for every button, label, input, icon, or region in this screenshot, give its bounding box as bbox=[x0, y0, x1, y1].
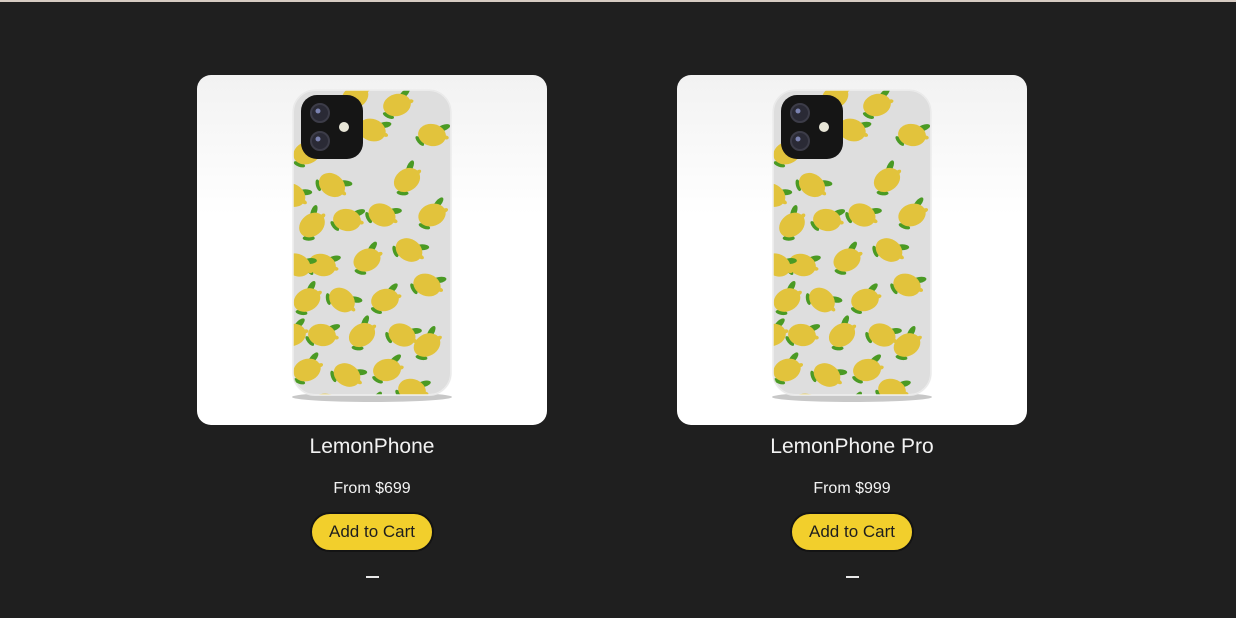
product-card-lemonphone-pro: LemonPhone Pro From $999 Add to Cart bbox=[677, 75, 1027, 578]
flash-icon bbox=[339, 122, 349, 132]
product-image[interactable] bbox=[677, 75, 1027, 425]
camera-lens-icon bbox=[790, 131, 810, 151]
camera-lens-icon bbox=[790, 103, 810, 123]
top-border bbox=[0, 0, 1236, 2]
product-card-lemonphone: LemonPhone From $699 Add to Cart bbox=[197, 75, 547, 578]
phone-case-image bbox=[292, 89, 452, 402]
product-price: From $999 bbox=[813, 480, 891, 497]
camera-module bbox=[781, 95, 843, 159]
dash-divider bbox=[365, 576, 379, 578]
phone-case-image bbox=[772, 89, 932, 402]
product-name: LemonPhone bbox=[309, 435, 435, 458]
camera-module bbox=[301, 95, 363, 159]
camera-lens-icon bbox=[310, 131, 330, 151]
add-to-cart-button[interactable]: Add to Cart bbox=[790, 512, 914, 552]
product-name: LemonPhone Pro bbox=[770, 435, 934, 458]
product-price: From $699 bbox=[333, 480, 411, 497]
add-to-cart-button[interactable]: Add to Cart bbox=[310, 512, 434, 552]
dash-divider bbox=[845, 576, 859, 578]
camera-lens-icon bbox=[310, 103, 330, 123]
product-image[interactable] bbox=[197, 75, 547, 425]
flash-icon bbox=[819, 122, 829, 132]
